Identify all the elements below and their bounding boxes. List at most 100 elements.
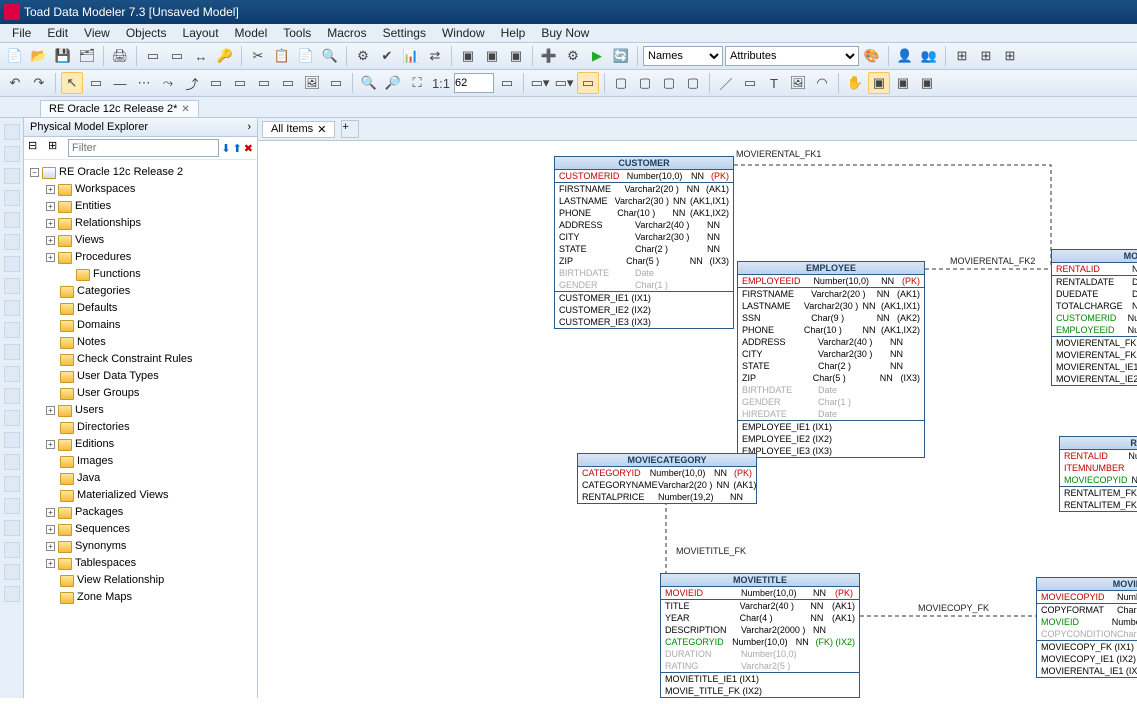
entity-moviecopy[interactable]: MOVIECOPYMOVIECOPYIDNumber(10,0)NN(PK)CO… xyxy=(1036,577,1137,678)
script-button[interactable]: ⚙ xyxy=(352,45,374,67)
tree-item-views[interactable]: Views xyxy=(75,232,104,249)
vtool-20[interactable] xyxy=(4,542,20,558)
menu-tools[interactable]: Tools xyxy=(275,24,319,42)
zoom-input[interactable] xyxy=(454,73,494,93)
tree-item-editions[interactable]: Editions xyxy=(75,436,114,453)
new-button[interactable]: 📄 xyxy=(4,45,26,67)
saveall-button[interactable]: 🗂 xyxy=(76,45,98,67)
arrow-down-icon[interactable]: ⬇ xyxy=(221,142,230,155)
expand-icon[interactable]: + xyxy=(46,508,55,517)
menu-settings[interactable]: Settings xyxy=(375,24,434,42)
find-button[interactable]: 🔍 xyxy=(319,45,341,67)
layer3-button[interactable]: ▭ xyxy=(577,72,599,94)
tree-btn2[interactable]: ⊞ xyxy=(48,139,66,157)
vtool-1[interactable] xyxy=(4,124,20,140)
rect-tool[interactable]: ▭ xyxy=(739,72,761,94)
vtool-2[interactable] xyxy=(4,146,20,162)
tree-btn1[interactable]: ⊟ xyxy=(28,139,46,157)
tree-item-users[interactable]: Users xyxy=(75,402,104,419)
zoomin-button[interactable]: 🔍 xyxy=(358,72,380,94)
tree-item-materialized-views[interactable]: Materialized Views xyxy=(77,487,169,504)
tree-item-directories[interactable]: Directories xyxy=(77,419,130,436)
user2-button[interactable]: 👥 xyxy=(918,45,940,67)
canvas[interactable]: MOVIERENTAL_FK1 MOVIERENTAL_FK2 RENTALIT… xyxy=(258,141,1137,698)
tree-item-functions[interactable]: Functions xyxy=(93,266,141,283)
filter-input[interactable] xyxy=(68,139,219,157)
opt3-button[interactable]: ▢ xyxy=(658,72,680,94)
vtool-10[interactable] xyxy=(4,322,20,338)
show1-button[interactable]: ▣ xyxy=(868,72,890,94)
menu-macros[interactable]: Macros xyxy=(319,24,374,42)
tree-item-defaults[interactable]: Defaults xyxy=(77,300,117,317)
user1-button[interactable]: 👤 xyxy=(894,45,916,67)
tree-item-view-relationship[interactable]: View Relationship xyxy=(77,572,164,589)
pic-tool[interactable]: 🖼 xyxy=(787,72,809,94)
vtool-11[interactable] xyxy=(4,344,20,360)
entity-employee[interactable]: EMPLOYEEEMPLOYEEIDNumber(10,0)NN(PK)FIRS… xyxy=(737,261,925,458)
save-button[interactable]: 💾 xyxy=(52,45,74,67)
key-tool[interactable]: 🔑 xyxy=(214,45,236,67)
gear-button[interactable]: ⚙ xyxy=(562,45,584,67)
vtool-5[interactable] xyxy=(4,212,20,228)
tree-item-workspaces[interactable]: Workspaces xyxy=(75,181,135,198)
entity-moviecategory[interactable]: MOVIECATEGORYCATEGORYIDNumber(10,0)NN(PK… xyxy=(577,453,757,504)
rel-tool[interactable]: ↔ xyxy=(190,45,212,67)
expand-icon[interactable]: + xyxy=(46,185,55,194)
menu-layout[interactable]: Layout xyxy=(175,24,227,42)
grid2-button[interactable]: ⊞ xyxy=(975,45,997,67)
tree-item-sequences[interactable]: Sequences xyxy=(75,521,130,538)
refresh-button[interactable]: 🔄 xyxy=(610,45,632,67)
attributes-combo[interactable]: Attributes xyxy=(725,46,859,66)
show3-button[interactable]: ▣ xyxy=(916,72,938,94)
opt1-button[interactable]: ▢ xyxy=(610,72,632,94)
entity-customer[interactable]: CUSTOMERCUSTOMERIDNumber(10,0)NN(PK)FIRS… xyxy=(554,156,734,329)
rel3-tool[interactable]: ⤳ xyxy=(157,72,179,94)
tree-item-user-data-types[interactable]: User Data Types xyxy=(77,368,159,385)
menu-buy-now[interactable]: Buy Now xyxy=(533,24,597,42)
expand-icon[interactable]: + xyxy=(46,542,55,551)
sel2-tool[interactable]: ▭ xyxy=(229,72,251,94)
chevron-right-icon[interactable]: › xyxy=(247,121,251,133)
ws2-button[interactable]: ▣ xyxy=(481,45,503,67)
expand-icon[interactable]: + xyxy=(46,440,55,449)
entity-movierental[interactable]: MOVIERENTALRENTALIDNumber(10,0)NN(PK)REN… xyxy=(1051,249,1137,386)
pointer-tool[interactable]: ↖ xyxy=(61,72,83,94)
ent-tool[interactable]: ▭ xyxy=(85,72,107,94)
menu-window[interactable]: Window xyxy=(434,24,493,42)
ws3-button[interactable]: ▣ xyxy=(505,45,527,67)
undo-button[interactable]: ↶ xyxy=(4,72,26,94)
vtool-8[interactable] xyxy=(4,278,20,294)
rel2-tool[interactable]: ⋯ xyxy=(133,72,155,94)
menu-file[interactable]: File xyxy=(4,24,39,42)
rel1-tool[interactable]: — xyxy=(109,72,131,94)
img-tool[interactable]: 🖼 xyxy=(301,72,323,94)
add-tab-button[interactable]: + xyxy=(341,120,359,138)
root-label[interactable]: RE Oracle 12c Release 2 xyxy=(59,164,183,181)
layer2-button[interactable]: ▭▾ xyxy=(553,72,575,94)
tree-item-synonyms[interactable]: Synonyms xyxy=(75,538,126,555)
expand-icon[interactable]: + xyxy=(46,559,55,568)
vtool-12[interactable] xyxy=(4,366,20,382)
grid1-button[interactable]: ⊞ xyxy=(951,45,973,67)
note-tool[interactable]: ▭ xyxy=(253,72,275,94)
vtool-3[interactable] xyxy=(4,168,20,184)
tree-item-relationships[interactable]: Relationships xyxy=(75,215,141,232)
style-button[interactable]: 🎨 xyxy=(861,45,883,67)
layer1-button[interactable]: ▭▾ xyxy=(529,72,551,94)
canvas-tab[interactable]: All Items ✕ xyxy=(262,121,335,138)
zoom100-button[interactable]: 1:1 xyxy=(430,72,452,94)
opt2-button[interactable]: ▢ xyxy=(634,72,656,94)
tree-item-images[interactable]: Images xyxy=(77,453,113,470)
arc-tool[interactable]: ◠ xyxy=(811,72,833,94)
vtool-7[interactable] xyxy=(4,256,20,272)
arrow-up-icon[interactable]: ⬆ xyxy=(233,142,242,155)
expand-icon[interactable]: + xyxy=(46,253,55,262)
vtool-16[interactable] xyxy=(4,454,20,470)
expand-icon[interactable]: + xyxy=(46,202,55,211)
entity-tool[interactable]: ▭ xyxy=(142,45,164,67)
print-button[interactable]: 🖨 xyxy=(109,45,131,67)
tree-item-notes[interactable]: Notes xyxy=(77,334,106,351)
delete-icon[interactable]: ✖ xyxy=(244,142,253,155)
expand-icon[interactable]: + xyxy=(46,525,55,534)
tree-item-user-groups[interactable]: User Groups xyxy=(77,385,139,402)
